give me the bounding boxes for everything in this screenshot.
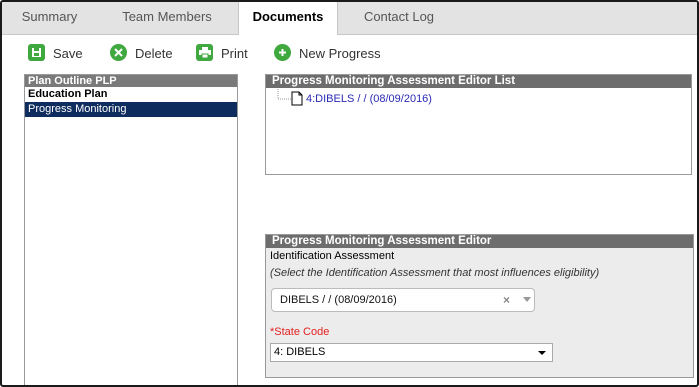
- document-icon: [291, 91, 303, 106]
- add-icon[interactable]: [274, 44, 291, 61]
- toolbar: Save Delete Print New Progress: [2, 35, 697, 69]
- tab-team-members[interactable]: Team Members: [102, 2, 232, 34]
- print-button[interactable]: Print: [221, 44, 248, 64]
- identification-label: Identification Assessment: [270, 250, 395, 262]
- outline-item-progress-monitoring[interactable]: Progress Monitoring: [25, 102, 237, 117]
- print-icon[interactable]: [196, 44, 213, 61]
- delete-button[interactable]: Delete: [135, 44, 173, 64]
- plan-outline-header: Plan Outline PLP: [25, 75, 237, 87]
- chevron-down-icon: [523, 297, 531, 302]
- editor-list-header: Progress Monitoring Assessment Editor Li…: [266, 75, 691, 88]
- new-progress-button[interactable]: New Progress: [299, 44, 381, 64]
- assessment-editor-panel: Progress Monitoring Assessment Editor Id…: [265, 234, 694, 378]
- app-window: Summary Team Members Documents Contact L…: [0, 0, 699, 387]
- state-code-select-value: 4: DIBELS: [274, 346, 326, 358]
- identification-hint: (Select the Identification Assessment th…: [270, 267, 600, 279]
- plan-outline-panel: Plan Outline PLP Education Plan Progress…: [24, 74, 238, 385]
- list-item-dibels[interactable]: 4:DIBELS / / (08/09/2016): [306, 93, 432, 105]
- tab-documents[interactable]: Documents: [238, 2, 338, 35]
- save-button[interactable]: Save: [53, 44, 83, 64]
- state-code-label: *State Code: [270, 326, 329, 338]
- identification-combobox[interactable]: DIBELS / / (08/09/2016) ×: [271, 288, 523, 312]
- assessment-editor-header: Progress Monitoring Assessment Editor: [266, 235, 693, 248]
- outline-item-education-plan[interactable]: Education Plan: [25, 87, 237, 102]
- identification-combobox-value: DIBELS / / (08/09/2016): [280, 294, 397, 306]
- delete-icon[interactable]: [110, 44, 127, 61]
- tab-contact-log[interactable]: Contact Log: [344, 2, 454, 34]
- tab-summary[interactable]: Summary: [2, 2, 97, 34]
- dropdown-arrow-icon: [538, 351, 546, 355]
- identification-combobox-toggle[interactable]: [520, 288, 535, 312]
- tab-bar: Summary Team Members Documents Contact L…: [2, 2, 697, 35]
- state-code-select[interactable]: 4: DIBELS: [270, 343, 553, 362]
- save-icon[interactable]: [28, 44, 45, 61]
- editor-list-panel: Progress Monitoring Assessment Editor Li…: [265, 74, 692, 175]
- state-code-label-text: State Code: [274, 326, 330, 338]
- clear-icon[interactable]: ×: [503, 289, 510, 311]
